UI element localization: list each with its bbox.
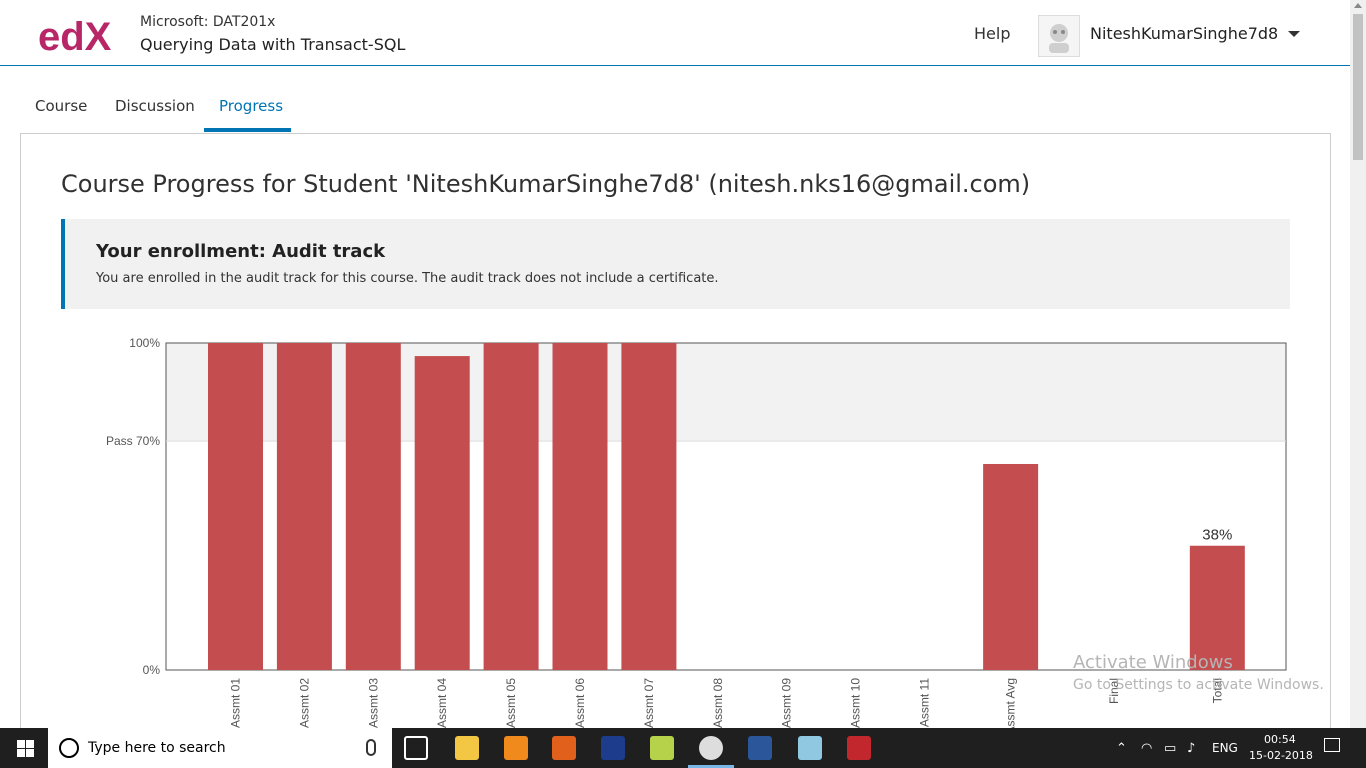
chrome-icon[interactable] — [699, 736, 723, 760]
network-icon[interactable]: ◠ — [1141, 741, 1152, 756]
language-indicator[interactable]: ENG — [1212, 741, 1238, 755]
clock-date[interactable]: 15-02-2018 — [1249, 749, 1313, 762]
x-tick-label: Assmt 03 — [366, 678, 380, 728]
edx-logo-text: edX — [38, 15, 112, 56]
bar-assmt-02 — [276, 343, 332, 670]
app-icon[interactable] — [601, 736, 625, 760]
activate-windows-text: Go to Settings to activate Windows. — [1073, 677, 1324, 693]
edx-logo[interactable]: edX — [38, 14, 122, 56]
username[interactable]: NiteshKumarSinghe7d8 — [1090, 24, 1278, 43]
y-tick-label: Pass 70% — [106, 434, 160, 448]
scroll-thumb[interactable] — [1353, 14, 1363, 160]
x-tick-label: Assmt 05 — [504, 678, 518, 728]
avatar-icon — [1049, 24, 1069, 53]
bar-assmt-07 — [621, 343, 677, 670]
user-menu-caret-icon[interactable] — [1288, 31, 1300, 37]
enrollment-text: You are enrolled in the audit track for … — [96, 271, 719, 286]
bar-assmt-01 — [208, 343, 263, 670]
acrobat-icon[interactable] — [847, 736, 871, 760]
battery-icon[interactable]: ▭ — [1164, 741, 1176, 756]
y-tick-label: 100% — [129, 336, 160, 350]
page-title: Course Progress for Student 'NiteshKumar… — [61, 170, 1031, 198]
x-tick-label: Assmt 01 — [229, 678, 243, 728]
task-view-icon[interactable] — [404, 736, 428, 760]
word-icon[interactable] — [748, 736, 772, 760]
sticky-notes-icon[interactable] — [650, 736, 674, 760]
x-tick-label: Assmt 04 — [435, 678, 449, 728]
scroll-up-icon[interactable] — [1354, 3, 1362, 8]
course-org: Microsoft: DAT201x — [140, 14, 276, 30]
app-icon-2[interactable] — [798, 736, 822, 760]
taskbar-search[interactable]: Type here to search — [48, 728, 392, 768]
user-avatar[interactable] — [1038, 15, 1080, 57]
activate-windows-title: Activate Windows — [1073, 652, 1233, 673]
action-center-icon[interactable] — [1324, 738, 1340, 752]
bar-assmt-04 — [414, 356, 470, 670]
enrollment-title: Your enrollment: Audit track — [96, 241, 386, 262]
bar-assmt-05 — [483, 343, 539, 670]
y-tick-label: 0% — [143, 663, 161, 677]
windows-start-icon[interactable] — [0, 728, 48, 768]
x-tick-label: Assmt 10 — [849, 678, 863, 728]
course-name: Querying Data with Transact-SQL — [140, 35, 406, 54]
x-tick-label: Assmt 09 — [780, 678, 794, 728]
vlc-icon[interactable] — [504, 736, 528, 760]
cortana-icon — [59, 738, 79, 758]
enrollment-message: Your enrollment: Audit track You are enr… — [61, 219, 1290, 309]
file-explorer-icon[interactable] — [455, 736, 479, 760]
active-tab-indicator — [204, 128, 291, 132]
x-tick-label: Assmt Avg — [1004, 678, 1018, 728]
microphone-icon[interactable] — [366, 739, 376, 756]
pass-band — [166, 343, 1286, 442]
bar-assmt-avg — [983, 463, 1039, 670]
volume-icon[interactable]: ♪ — [1187, 741, 1195, 756]
clock-time[interactable]: 00:54 — [1264, 733, 1296, 746]
tab-discussion[interactable]: Discussion — [115, 97, 195, 115]
tray-up-arrow-icon[interactable]: ⌃ — [1116, 741, 1127, 756]
tab-course[interactable]: Course — [35, 97, 87, 115]
taskbar: Type here to search ⌃ ◠ ▭ ♪ ENG 00:54 15… — [0, 728, 1366, 768]
x-tick-label: Assmt 11 — [918, 678, 932, 727]
help-link[interactable]: Help — [974, 24, 1010, 43]
data-label-total: 38% — [1202, 527, 1232, 544]
bar-assmt-03 — [345, 343, 401, 670]
x-tick-label: Assmt 07 — [642, 678, 656, 728]
bar-assmt-06 — [552, 343, 608, 670]
page-scrollbar[interactable] — [1350, 0, 1366, 728]
tab-progress[interactable]: Progress — [219, 97, 283, 115]
media-player-icon[interactable] — [552, 736, 576, 760]
x-tick-label: Assmt 02 — [297, 678, 311, 728]
x-tick-label: Assmt 08 — [711, 678, 725, 728]
search-placeholder: Type here to search — [88, 740, 226, 756]
x-tick-label: Assmt 06 — [573, 678, 587, 728]
site-header: edX Microsoft: DAT201x Querying Data wit… — [0, 0, 1350, 66]
